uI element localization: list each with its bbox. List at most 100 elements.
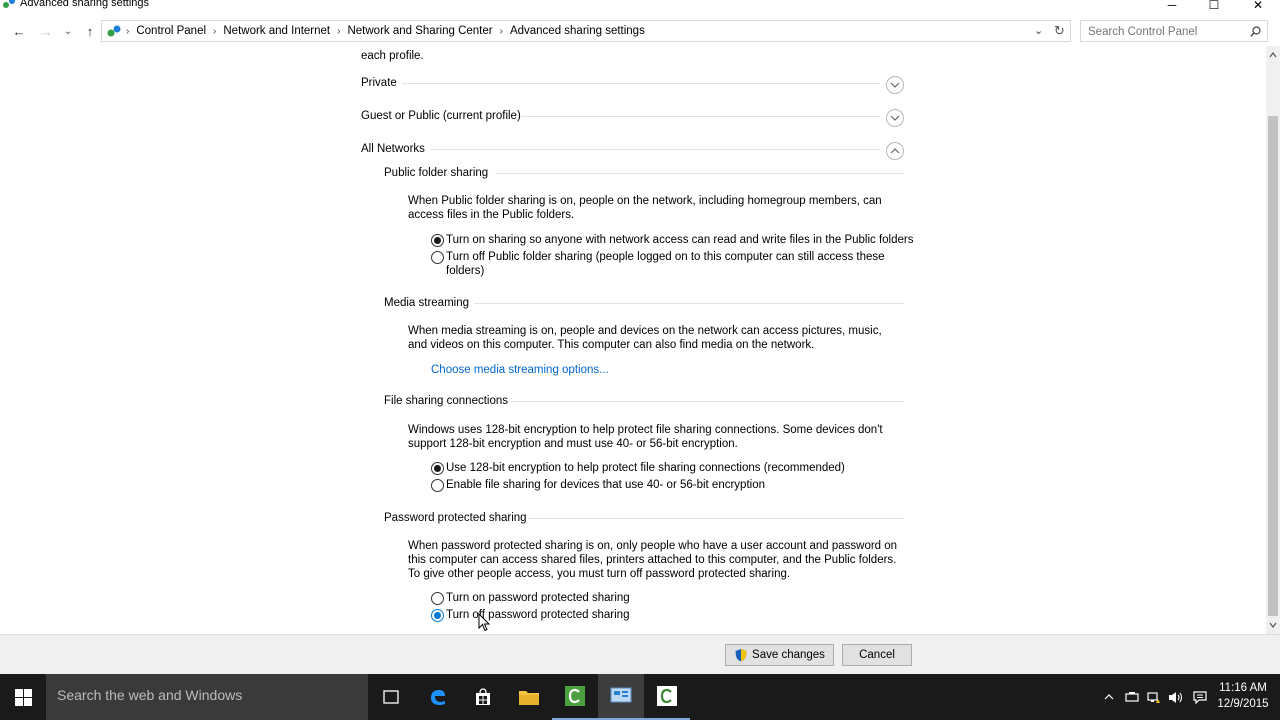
minimize-button[interactable]: ─ xyxy=(1152,0,1192,14)
edge-browser-button[interactable] xyxy=(415,674,461,720)
show-hidden-icons-button[interactable] xyxy=(1100,674,1118,720)
tray-network-button[interactable] xyxy=(1144,674,1164,720)
camtasia-icon xyxy=(565,686,585,706)
control-panel-icon xyxy=(610,687,632,703)
public-folder-heading: Public folder sharing xyxy=(384,167,489,179)
maximize-button[interactable]: ☐ xyxy=(1194,0,1234,14)
search-box[interactable] xyxy=(1080,20,1268,42)
encryption-128-label[interactable]: Use 128-bit encryption to help protect f… xyxy=(446,461,845,475)
encryption-40-label[interactable]: Enable file sharing for devices that use… xyxy=(446,478,765,492)
password-sharing-off-label[interactable]: Turn off password protected sharing xyxy=(446,608,629,622)
cancel-button[interactable]: Cancel xyxy=(842,644,912,666)
breadcrumb-separator: › xyxy=(126,25,130,37)
expand-private-button[interactable] xyxy=(886,76,904,94)
tray-volume-button[interactable] xyxy=(1166,674,1186,720)
public-folder-description: When Public folder sharing is on, people… xyxy=(408,195,882,221)
password-sharing-on-radio[interactable] xyxy=(431,592,444,605)
camtasia-app-button[interactable] xyxy=(552,674,598,720)
up-button[interactable]: ↑ xyxy=(81,22,99,40)
breadcrumb-control-panel[interactable]: Control Panel xyxy=(136,25,206,37)
breadcrumb: › Control Panel › Network and Internet ›… xyxy=(126,25,645,37)
camtasia-recorder-icon xyxy=(657,686,677,706)
save-changes-button[interactable]: Save changes xyxy=(725,644,834,666)
intro-text: each profile. xyxy=(361,50,424,62)
public-folder-off-label[interactable]: Turn off Public folder sharing (people l… xyxy=(446,250,894,278)
taskbar-clock[interactable]: 11:16 AM 12/9/2015 xyxy=(1212,680,1274,712)
breadcrumb-separator: › xyxy=(337,25,341,37)
password-sharing-off-radio[interactable] xyxy=(431,609,444,622)
media-streaming-options-link[interactable]: Choose media streaming options... xyxy=(431,364,609,376)
collapse-all-networks-button[interactable] xyxy=(886,142,904,160)
mouse-cursor-icon xyxy=(478,613,490,632)
folder-icon xyxy=(519,691,539,705)
public-folder-off-radio[interactable] xyxy=(431,251,444,264)
windows-logo-icon xyxy=(14,688,32,706)
divider xyxy=(474,303,904,304)
media-streaming-description: When media streaming is on, people and d… xyxy=(408,325,882,351)
chevron-down-icon xyxy=(890,82,900,88)
password-sharing-heading: Password protected sharing xyxy=(384,512,527,524)
store-icon xyxy=(476,688,490,705)
file-sharing-description: Windows uses 128-bit encryption to help … xyxy=(408,424,883,450)
clock-date: 12/9/2015 xyxy=(1217,698,1269,710)
expand-guest-button[interactable] xyxy=(886,109,904,127)
profile-guest-heading[interactable]: Guest or Public (current profile) xyxy=(361,109,521,123)
public-folder-on-label[interactable]: Turn on sharing so anyone with network a… xyxy=(446,233,914,247)
refresh-button[interactable]: ↻ xyxy=(1054,23,1065,39)
media-streaming-heading: Media streaming xyxy=(384,297,470,309)
recent-locations-button[interactable]: ⌄ xyxy=(59,22,77,40)
divider xyxy=(495,173,904,174)
file-explorer-button[interactable] xyxy=(506,674,552,720)
breadcrumb-separator: › xyxy=(499,25,503,37)
forward-button[interactable]: → xyxy=(37,22,55,40)
chevron-down-icon xyxy=(890,115,900,121)
search-input[interactable] xyxy=(1088,24,1248,39)
navigation-bar: ← → ⌄ ↑ › Control Panel › Network and In… xyxy=(0,18,1280,44)
divider xyxy=(511,401,904,402)
search-icon xyxy=(1250,26,1261,37)
tray-notifications-button[interactable] xyxy=(1190,674,1210,720)
task-view-icon xyxy=(383,690,399,704)
store-button[interactable] xyxy=(460,674,506,720)
window-title: Advanced sharing settings xyxy=(20,0,150,9)
breadcrumb-network-and-internet[interactable]: Network and Internet xyxy=(223,25,330,37)
settings-content: each profile. Private Guest or Public (c… xyxy=(0,46,1266,634)
close-button[interactable]: ✕ xyxy=(1238,0,1278,14)
divider xyxy=(521,116,880,117)
device-icon xyxy=(1125,692,1139,702)
taskbar-search-box[interactable]: Search the web and Windows xyxy=(46,674,368,720)
breadcrumb-separator: › xyxy=(213,25,217,37)
profile-private-heading[interactable]: Private xyxy=(361,76,397,90)
task-view-button[interactable] xyxy=(368,674,414,720)
address-dropdown-button[interactable]: ⌄ xyxy=(1034,24,1043,37)
breadcrumb-advanced-sharing-settings[interactable]: Advanced sharing settings xyxy=(510,25,645,37)
divider xyxy=(430,149,880,150)
save-changes-label: Save changes xyxy=(752,649,825,661)
public-folder-on-radio[interactable] xyxy=(431,234,444,247)
camtasia-recorder-app-button[interactable] xyxy=(644,674,690,720)
encryption-128-radio[interactable] xyxy=(431,462,444,475)
control-panel-app-button[interactable] xyxy=(598,674,644,720)
action-center-icon xyxy=(1193,690,1207,704)
scroll-up-icon[interactable] xyxy=(1269,52,1277,58)
profile-all-heading[interactable]: All Networks xyxy=(361,142,425,156)
clock-time: 11:16 AM xyxy=(1219,682,1267,694)
scroll-down-icon[interactable] xyxy=(1269,622,1277,628)
scrollbar-thumb[interactable] xyxy=(1268,116,1278,616)
network-icon xyxy=(107,25,121,37)
address-bar[interactable]: › Control Panel › Network and Internet ›… xyxy=(101,20,1071,42)
edge-icon xyxy=(431,690,445,705)
breadcrumb-network-and-sharing-center[interactable]: Network and Sharing Center xyxy=(347,25,492,37)
tray-device-button[interactable] xyxy=(1122,674,1142,720)
vertical-scrollbar[interactable] xyxy=(1266,46,1280,634)
taskbar-search-placeholder: Search the web and Windows xyxy=(57,687,243,703)
start-button[interactable] xyxy=(0,674,46,720)
divider xyxy=(528,518,904,519)
encryption-40-radio[interactable] xyxy=(431,479,444,492)
dialog-footer: Save changes Cancel xyxy=(0,634,1280,674)
taskbar: Search the web and Windows 11:16 AM 12/9… xyxy=(0,674,1280,720)
password-sharing-on-label[interactable]: Turn on password protected sharing xyxy=(446,591,630,605)
network-icon xyxy=(3,0,15,8)
file-sharing-heading: File sharing connections xyxy=(384,395,509,407)
back-button[interactable]: ← xyxy=(10,22,28,40)
